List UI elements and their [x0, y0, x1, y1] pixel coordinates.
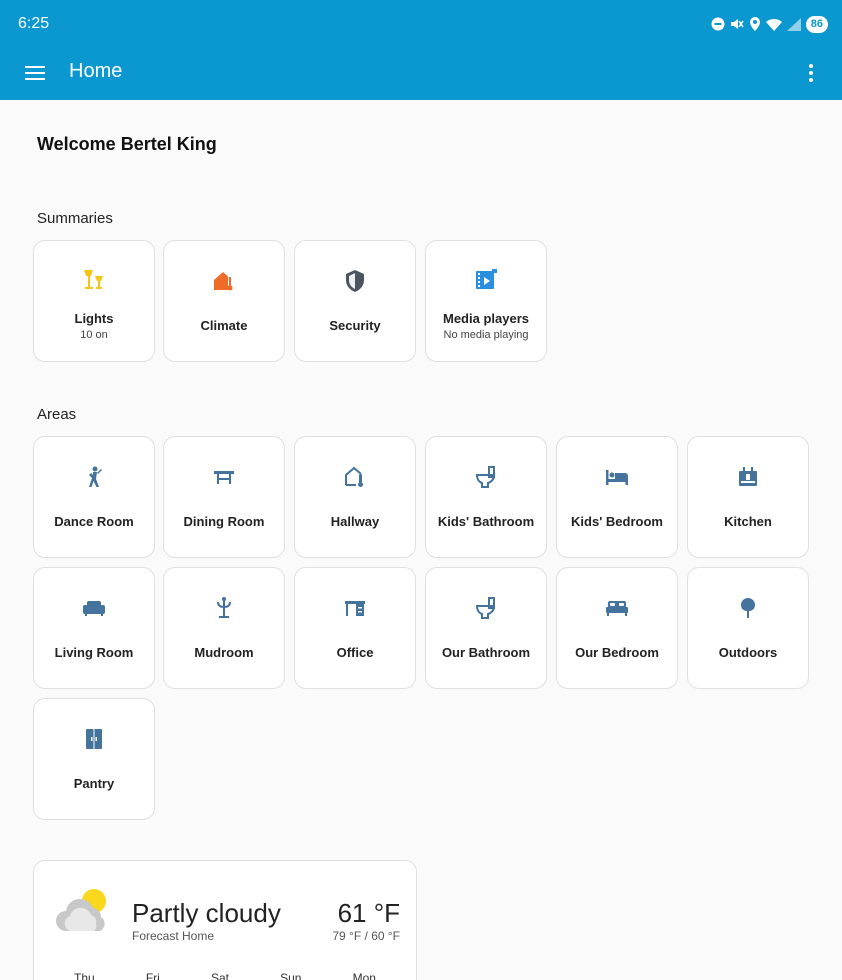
forecast-day: Sat	[210, 971, 229, 980]
area-card-outdoors[interactable]: Outdoors	[687, 567, 809, 689]
area-label: Mudroom	[194, 645, 254, 660]
weather-source: Forecast Home	[132, 929, 215, 943]
tree-icon	[741, 598, 755, 618]
area-card-kids-bedroom[interactable]: Kids' Bedroom	[556, 436, 678, 558]
summary-label: Lights	[74, 311, 114, 326]
signal-icon	[786, 17, 801, 31]
area-card-office[interactable]: Office	[294, 567, 416, 689]
summary-card-climate[interactable]: Climate	[163, 240, 285, 362]
forecast-day: Sun	[280, 971, 302, 980]
area-card-our-bathroom[interactable]: Our Bathroom	[425, 567, 547, 689]
area-card-kids-bathroom[interactable]: Kids' Bathroom	[425, 436, 547, 558]
area-card-dance-room[interactable]: Dance Room	[33, 436, 155, 558]
cupboard-icon	[86, 729, 102, 749]
area-label: Living Room	[54, 645, 134, 660]
summaries-heading: Summaries	[37, 210, 113, 227]
menu-icon	[25, 66, 45, 80]
summary-label: Climate	[200, 318, 248, 333]
dance-icon	[89, 466, 102, 487]
home-thermometer-icon	[214, 272, 233, 291]
forecast-day: Fri	[145, 971, 160, 980]
area-label: Hallway	[330, 514, 380, 529]
summary-label: Security	[329, 318, 381, 333]
summary-subtext: 10 on	[80, 329, 108, 341]
mute-icon	[730, 19, 744, 29]
area-label: Kids' Bathroom	[437, 514, 535, 529]
area-label: Pantry	[73, 776, 115, 791]
home-thermometer-outline-icon	[345, 466, 363, 487]
area-card-hallway[interactable]: Hallway	[294, 436, 416, 558]
location-icon	[749, 17, 760, 31]
area-card-our-bedroom[interactable]: Our Bedroom	[556, 567, 678, 689]
summary-card-media-players[interactable]: Media players No media playing	[425, 240, 547, 362]
welcome-heading: Welcome Bertel King	[37, 134, 217, 154]
toilet-icon	[475, 597, 496, 619]
area-card-living-room[interactable]: Living Room	[33, 567, 155, 689]
toilet-icon	[475, 466, 496, 488]
more-vert-icon	[809, 64, 813, 82]
weather-temperature: 61 °F	[337, 898, 400, 928]
area-label: Office	[336, 645, 374, 660]
battery-indicator: 86	[805, 15, 828, 33]
summary-card-lights[interactable]: Lights 10 on	[33, 240, 155, 362]
menu-button[interactable]	[24, 61, 50, 85]
area-label: Our Bedroom	[575, 645, 659, 660]
status-bar: 6:25 86	[0, 0, 842, 46]
area-label: Outdoors	[718, 645, 778, 660]
weather-high-low: 79 °F / 60 °F	[332, 929, 400, 943]
area-label: Dining Room	[183, 514, 265, 529]
wifi-icon	[765, 18, 782, 31]
area-label: Dance Room	[54, 514, 134, 529]
area-label: Our Bathroom	[441, 645, 531, 660]
lamp-icon	[84, 270, 103, 289]
summary-card-security[interactable]: Security	[294, 240, 416, 362]
shield-icon	[346, 270, 364, 292]
desk-icon	[345, 601, 365, 616]
area-card-pantry[interactable]: Pantry	[33, 698, 155, 820]
weather-forecast-card[interactable]: Partly cloudy Forecast Home 61 °F 79 °F …	[33, 860, 417, 980]
forecast-day: Mon	[352, 971, 376, 980]
status-icons: 86	[711, 14, 828, 34]
coat-rack-icon	[217, 597, 231, 618]
dnd-icon	[711, 17, 725, 31]
multimedia-icon	[476, 269, 497, 289]
more-options-button[interactable]	[806, 61, 816, 85]
bed-icon	[606, 470, 628, 485]
status-time: 6:25	[18, 15, 50, 32]
table-icon	[214, 471, 234, 484]
areas-heading: Areas	[37, 406, 77, 423]
weather-condition: Partly cloudy	[132, 898, 281, 928]
area-card-dining-room[interactable]: Dining Room	[163, 436, 285, 558]
summary-label: Media players	[443, 311, 529, 326]
sofa-icon	[83, 601, 105, 616]
area-card-mudroom[interactable]: Mudroom	[163, 567, 285, 689]
bed-double-icon	[606, 601, 628, 616]
partly-cloudy-icon	[56, 889, 106, 931]
area-label: Kids' Bedroom	[571, 514, 663, 529]
app-bar: Home	[0, 46, 842, 100]
area-card-kitchen[interactable]: Kitchen	[687, 436, 809, 558]
page-title: Home	[69, 60, 123, 82]
area-label: Kitchen	[724, 514, 772, 529]
summary-subtext: No media playing	[443, 329, 529, 341]
stove-icon	[739, 467, 757, 486]
forecast-day: Thu	[74, 971, 95, 980]
forecast-days: Thu Fri Sat Sun Mon	[54, 971, 396, 980]
